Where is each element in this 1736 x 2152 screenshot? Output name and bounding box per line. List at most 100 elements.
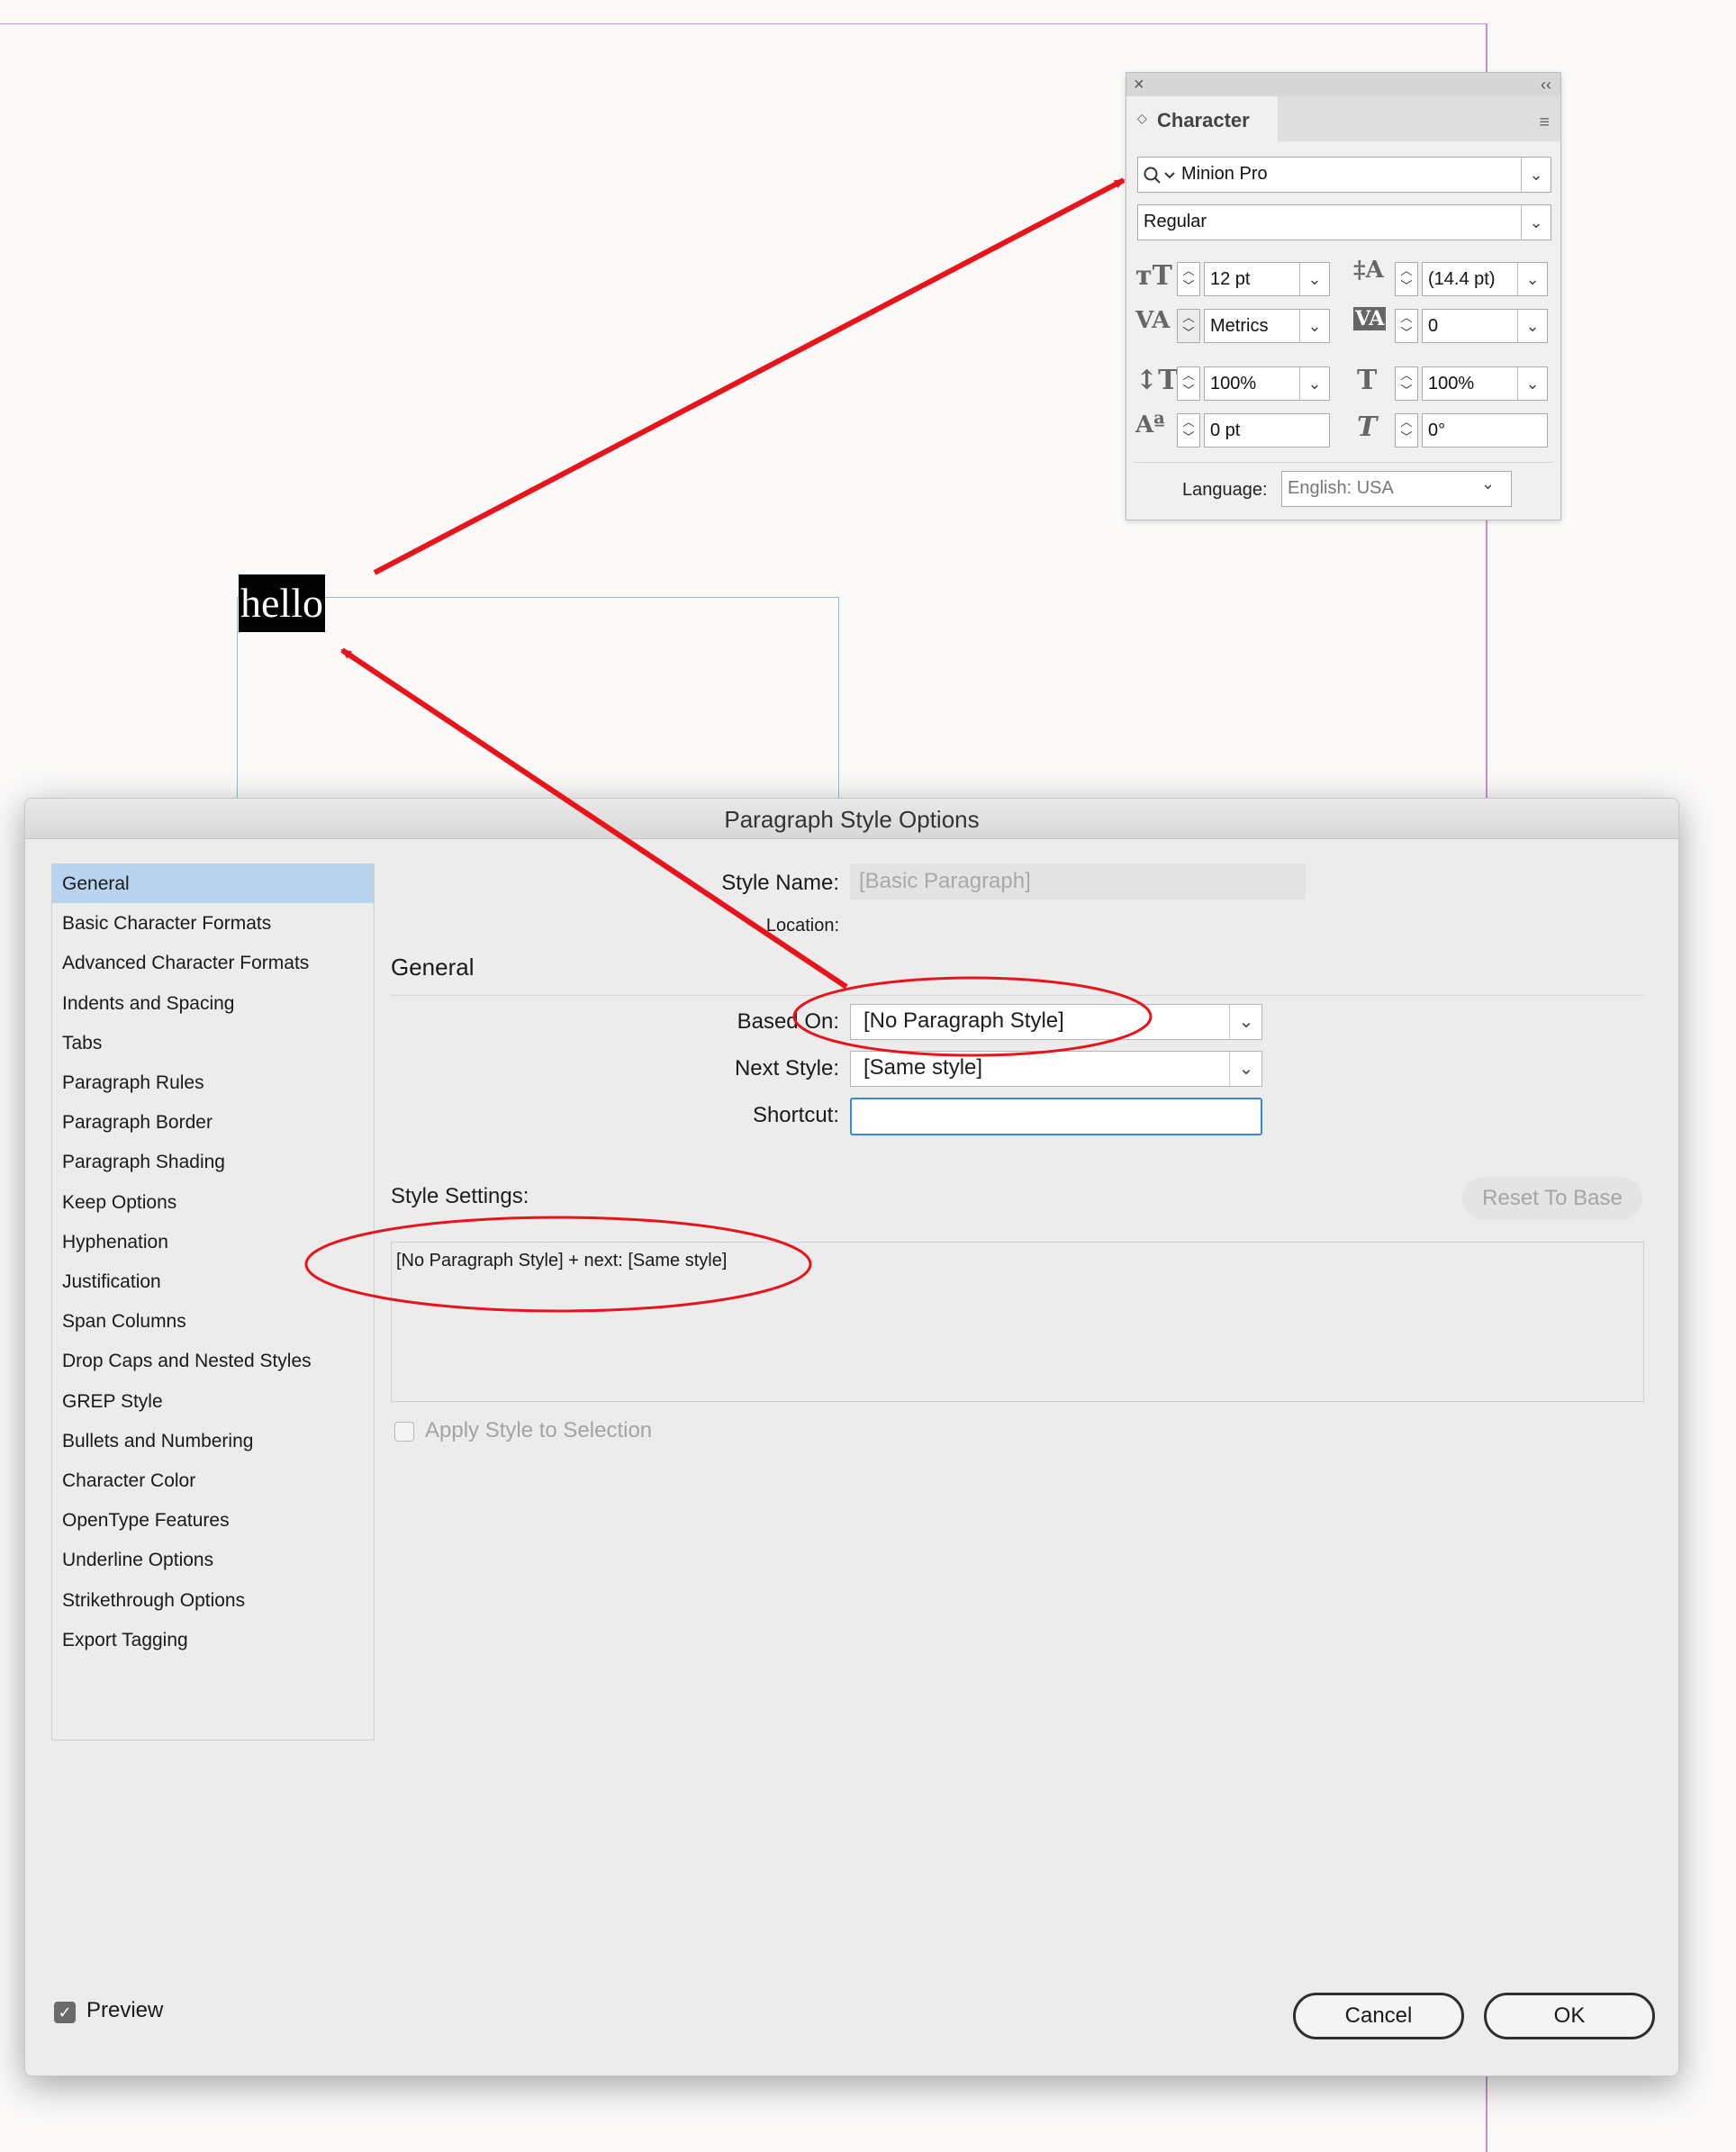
category-item[interactable]: Span Columns bbox=[52, 1302, 374, 1341]
leading-icon: ‡A bbox=[1353, 257, 1384, 284]
chevron-down-icon[interactable]: ⌄ bbox=[1521, 205, 1551, 240]
category-item[interactable]: Justification bbox=[52, 1262, 374, 1301]
kerning-icon: VA bbox=[1135, 307, 1171, 334]
dialog-title: Paragraph Style Options bbox=[724, 806, 980, 833]
category-item[interactable]: Basic Character Formats bbox=[52, 904, 374, 943]
next-style-label: Next Style: bbox=[734, 1056, 839, 1081]
section-divider bbox=[391, 995, 1644, 996]
language-select[interactable]: English: USA bbox=[1281, 471, 1512, 507]
based-on-label: Based On: bbox=[737, 1009, 839, 1034]
next-style-select[interactable]: [Same style] bbox=[850, 1051, 1262, 1087]
chevron-down-icon[interactable]: ⌄ bbox=[1517, 263, 1547, 295]
font-size-icon: тT bbox=[1135, 260, 1172, 292]
section-title: General bbox=[391, 954, 475, 981]
category-item[interactable]: Hyphenation bbox=[52, 1223, 374, 1261]
based-on-select[interactable]: [No Paragraph Style] bbox=[850, 1004, 1262, 1040]
chevron-down-icon[interactable]: ⌄ bbox=[1299, 263, 1329, 295]
tracking-value: 0 bbox=[1428, 316, 1439, 336]
cancel-button[interactable]: Cancel bbox=[1293, 1993, 1464, 2039]
category-item[interactable]: Indents and Spacing bbox=[52, 984, 374, 1023]
close-icon[interactable]: × bbox=[1134, 75, 1144, 95]
vertical-scale-stepper[interactable]: ︿ ﹀ bbox=[1177, 366, 1200, 401]
horizontal-scale-stepper[interactable]: ︿ ﹀ bbox=[1395, 366, 1418, 401]
language-value: English: USA bbox=[1288, 478, 1394, 498]
category-item[interactable]: OpenType Features bbox=[52, 1501, 374, 1540]
category-item[interactable]: Advanced Character Formats bbox=[52, 944, 374, 982]
category-item[interactable]: Paragraph Shading bbox=[52, 1143, 374, 1181]
next-style-value: [Same style] bbox=[863, 1055, 983, 1080]
selected-text-hello[interactable]: hello bbox=[239, 574, 325, 632]
apply-style-checkbox[interactable] bbox=[394, 1422, 414, 1442]
chevron-down-icon[interactable]: ⌄ bbox=[1229, 1005, 1262, 1039]
category-item[interactable]: Paragraph Border bbox=[52, 1103, 374, 1142]
category-item[interactable]: Underline Options bbox=[52, 1541, 374, 1579]
category-item[interactable]: Bullets and Numbering bbox=[52, 1422, 374, 1460]
chevron-down-icon[interactable]: ⌄ bbox=[1521, 158, 1551, 192]
panel-menu-icon[interactable]: ≡ bbox=[1539, 113, 1550, 133]
search-icon[interactable] bbox=[1143, 165, 1179, 186]
baseline-shift-stepper[interactable]: ︿ ﹀ bbox=[1177, 413, 1200, 448]
text-frame[interactable] bbox=[237, 597, 839, 814]
style-settings-text: [No Paragraph Style] + next: [Same style… bbox=[396, 1251, 728, 1270]
ok-button[interactable]: OK bbox=[1484, 1993, 1655, 2039]
font-size-value: 12 pt bbox=[1210, 269, 1251, 289]
vertical-scale-icon: ↕T bbox=[1135, 365, 1179, 396]
font-style-value: Regular bbox=[1144, 212, 1207, 231]
vertical-scale-value: 100% bbox=[1210, 374, 1257, 393]
annotation-arrow-to-font bbox=[373, 177, 1126, 575]
category-item[interactable]: GREP Style bbox=[52, 1382, 374, 1421]
font-style-field[interactable]: Regular bbox=[1137, 204, 1551, 240]
character-panel: × ‹‹ ◇ Character ≡ Minion Pro ⌄ Regular … bbox=[1126, 72, 1561, 520]
panel-title-bar bbox=[1126, 73, 1560, 96]
kerning-value: Metrics bbox=[1210, 316, 1269, 336]
style-name-field[interactable]: [Basic Paragraph] bbox=[850, 864, 1306, 900]
skew-value: 0° bbox=[1428, 420, 1446, 440]
preview-checkbox[interactable]: ✓ bbox=[54, 2002, 76, 2023]
style-settings-label: Style Settings: bbox=[391, 1184, 529, 1208]
location-label: Location: bbox=[765, 916, 839, 936]
apply-style-label: Apply Style to Selection bbox=[425, 1418, 653, 1442]
font-family-field[interactable]: Minion Pro bbox=[1137, 157, 1551, 193]
panel-title: Character bbox=[1157, 109, 1250, 131]
chevron-down-icon[interactable]: ⌄ bbox=[1299, 367, 1329, 400]
skew-stepper[interactable]: ︿ ﹀ bbox=[1395, 413, 1418, 448]
shortcut-label: Shortcut: bbox=[752, 1103, 839, 1127]
font-family-value: Minion Pro bbox=[1181, 164, 1268, 184]
paragraph-style-options-dialog: Paragraph Style Options General Basic Cha… bbox=[24, 798, 1679, 2076]
chevron-down-icon[interactable]: ⌄ bbox=[1517, 310, 1547, 342]
tab-expand-icon[interactable]: ◇ bbox=[1137, 111, 1147, 126]
chevron-down-icon[interactable]: ⌄ bbox=[1481, 475, 1495, 493]
tracking-stepper[interactable]: ︿ ﹀ bbox=[1395, 309, 1418, 343]
category-item[interactable]: Export Tagging bbox=[52, 1621, 374, 1659]
leading-stepper[interactable]: ︿ ﹀ bbox=[1395, 262, 1418, 296]
category-item[interactable]: General bbox=[52, 864, 374, 903]
chevron-down-icon[interactable]: ⌄ bbox=[1517, 367, 1547, 400]
skew-field[interactable]: 0° bbox=[1422, 413, 1548, 448]
horizontal-scale-icon: T bbox=[1357, 365, 1378, 396]
category-item[interactable]: Character Color bbox=[52, 1461, 374, 1500]
chevron-down-icon[interactable]: ⌄ bbox=[1299, 310, 1329, 342]
collapse-icon[interactable]: ‹‹ bbox=[1541, 75, 1551, 95]
margin-guide-top bbox=[0, 23, 1487, 24]
category-item[interactable]: Tabs bbox=[52, 1024, 374, 1062]
category-item[interactable]: Drop Caps and Nested Styles bbox=[52, 1342, 374, 1380]
based-on-value: [No Paragraph Style] bbox=[863, 1008, 1064, 1033]
category-list: General Basic Character Formats Advanced C… bbox=[51, 864, 375, 1741]
category-item[interactable]: Keep Options bbox=[52, 1183, 374, 1222]
skew-icon: T bbox=[1357, 411, 1378, 443]
category-item[interactable]: Strikethrough Options bbox=[52, 1581, 374, 1620]
baseline-shift-field[interactable]: 0 pt bbox=[1204, 413, 1330, 448]
language-label: Language: bbox=[1182, 480, 1268, 500]
panel-divider bbox=[1134, 462, 1553, 463]
chevron-down-icon[interactable]: ⌄ bbox=[1229, 1052, 1262, 1086]
kerning-stepper[interactable]: ︿ ﹀ bbox=[1177, 309, 1200, 343]
style-name-label: Style Name: bbox=[721, 871, 839, 895]
font-size-stepper[interactable]: ︿ ﹀ bbox=[1177, 262, 1200, 296]
baseline-shift-icon: Aª bbox=[1135, 411, 1165, 439]
leading-value: (14.4 pt) bbox=[1428, 269, 1496, 289]
baseline-shift-value: 0 pt bbox=[1210, 420, 1241, 440]
category-item[interactable]: Paragraph Rules bbox=[52, 1063, 374, 1102]
tracking-icon: VA bbox=[1353, 307, 1387, 330]
reset-to-base-button[interactable]: Reset To Base bbox=[1462, 1177, 1642, 1220]
shortcut-input[interactable] bbox=[850, 1098, 1262, 1135]
